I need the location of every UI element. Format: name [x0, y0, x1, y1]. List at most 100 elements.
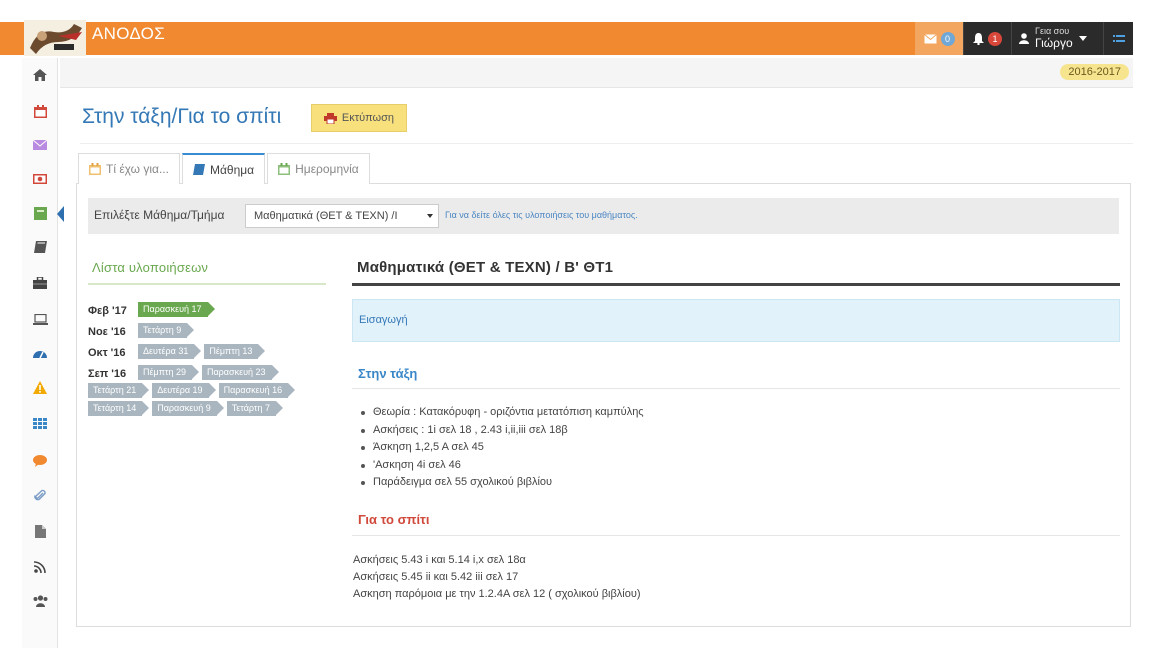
sidebar-item-messages[interactable]	[22, 130, 58, 160]
date-tag[interactable]: Παρασκευή 9	[152, 401, 224, 416]
sidebar-item-calendar[interactable]	[22, 96, 58, 126]
page-title: Στην τάξη/Για το σπίτι	[82, 105, 282, 128]
print-button-label: Εκτύπωση	[341, 112, 395, 124]
envelope-icon	[923, 33, 937, 43]
printer-icon	[323, 112, 337, 124]
title-divider	[80, 143, 1133, 144]
file-icon	[34, 524, 46, 538]
list-item: Ασκηση παρόμοια με την 1.2.4Α σελ 12 ( σ…	[353, 588, 641, 600]
messages-button[interactable]: 0	[915, 22, 963, 55]
book-icon	[192, 164, 205, 175]
user-menu-button[interactable]: Γεια σου Γιώργο	[1011, 22, 1103, 55]
sidebar-item-payments[interactable]	[22, 164, 58, 194]
date-tag[interactable]: Παρασκευή 16	[218, 383, 295, 398]
sidebar-item-alerts[interactable]	[22, 372, 58, 402]
book-icon	[33, 241, 47, 253]
bell-icon	[973, 32, 984, 45]
month-label: Φεβ '17	[88, 305, 127, 317]
paperclip-icon	[34, 489, 46, 500]
implementations-list-title: Λίστα υλοποιήσεων	[92, 260, 209, 275]
notifications-button[interactable]: 1	[963, 22, 1011, 55]
messages-count-badge: 0	[940, 31, 955, 46]
list-icon	[1112, 34, 1125, 42]
list-title-divider	[88, 283, 326, 285]
course-select-hint: Για να δείτε όλες τις υλοποιήσεις του μα…	[445, 210, 638, 220]
date-tag[interactable]: Παρασκευή 23	[201, 365, 279, 380]
tab-what-do-i-have-label: Τί έχω για...	[106, 162, 169, 176]
course-select-label: Επιλέξτε Μάθημα/Τμήμα	[94, 208, 225, 222]
sidebar-item-users[interactable]	[22, 586, 58, 616]
date-tag[interactable]: Δευτέρα 31	[138, 344, 202, 359]
tab-course[interactable]: Μάθημα	[181, 153, 266, 184]
sidebar-item-chat[interactable]	[22, 446, 58, 476]
tab-date-label: Ημερομηνία	[295, 162, 359, 176]
homework-divider	[352, 535, 1120, 536]
sidebar-item-apps[interactable]	[22, 408, 58, 438]
month-row: Φεβ '17 Παρασκευή 17	[88, 302, 328, 320]
sidebar-item-books[interactable]	[22, 232, 58, 262]
list-item: Ασκήσεις 5.45 ii και 5.42 iii σελ 17	[353, 571, 519, 583]
date-tag[interactable]: Τετάρτη 9	[138, 323, 195, 338]
list-item: Ασκήσεις 5.43 i και 5.14 i,x σελ 18α	[353, 554, 526, 566]
month-label: Νοε '16	[88, 326, 126, 338]
tab-what-do-i-have[interactable]: Τί έχω για...	[78, 153, 180, 184]
users-icon	[33, 595, 47, 607]
course-selector-row: Επιλέξτε Μάθημα/Τμήμα Μαθηματικά (ΘΕΤ & …	[88, 198, 1119, 234]
chat-icon	[33, 455, 47, 467]
tab-date[interactable]: Ημερομηνία	[267, 153, 370, 184]
course-select-value: Μαθηματικά (ΘΕΤ & ΤΕΧΝ) /Ι	[254, 210, 398, 222]
notebook-icon	[33, 206, 47, 220]
in-class-title: Στην τάξη	[358, 366, 418, 381]
app-title[interactable]: ΑΝΟΔΟΣ	[92, 24, 165, 44]
view-tabs: Τί έχω για... Μάθημα Ημερομηνία	[78, 153, 372, 184]
sidebar-item-homework[interactable]	[22, 198, 64, 228]
chevron-down-icon	[1078, 36, 1087, 41]
course-select[interactable]: Μαθηματικά (ΘΕΤ & ΤΕΧΝ) /Ι	[245, 204, 439, 228]
subject-divider	[352, 283, 1120, 286]
sidebar-item-dashboard[interactable]	[22, 338, 58, 368]
sidebar-item-home[interactable]	[22, 60, 58, 90]
in-class-divider	[352, 388, 1120, 389]
calendar-icon	[278, 163, 291, 175]
user-greeting: Γεια σου Γιώργο	[1035, 27, 1073, 49]
user-name: Γιώργο	[1035, 35, 1073, 50]
school-year-badge[interactable]: 2016-2017	[1060, 64, 1129, 80]
subject-title: Μαθηματικά (ΘΕΤ & ΤΕΧΝ) / Β' ΘΤ1	[357, 259, 614, 276]
implementations-list: Φεβ '17 Παρασκευή 17 Νοε '16 Τετάρτη 9 Ο…	[88, 302, 328, 422]
date-tag[interactable]: Τετάρτη 7	[226, 401, 284, 416]
grid-icon	[33, 417, 47, 429]
month-row: Σεπ '16 Πέμπτη 29 Παρασκευή 23 Τετάρτη 2…	[88, 365, 328, 419]
rss-icon	[34, 561, 46, 573]
month-row: Νοε '16 Τετάρτη 9	[88, 323, 328, 341]
intro-text: Εισαγωγή	[359, 314, 408, 326]
sidebar-item-briefcase[interactable]	[22, 268, 58, 298]
sidebar-item-elearning[interactable]	[22, 304, 58, 334]
sidebar-item-rss[interactable]	[22, 552, 58, 582]
homework-list: Ασκήσεις 5.43 i και 5.14 i,x σελ 18α Ασκ…	[353, 552, 641, 603]
date-tag[interactable]: Τετάρτη 21	[88, 383, 150, 398]
date-tag[interactable]: Τετάρτη 14	[88, 401, 150, 416]
breadcrumb-bar: 2016-2017	[60, 58, 1133, 88]
tab-course-label: Μάθημα	[209, 162, 255, 177]
list-item: Παράδειγμα σελ 55 σχολικού βιβλίου	[360, 474, 644, 492]
month-row: Οκτ '16 Δευτέρα 31 Πέμπτη 13	[88, 344, 328, 362]
month-label: Οκτ '16	[88, 347, 126, 359]
date-tag[interactable]: Παρασκευή 17	[138, 302, 215, 317]
warning-icon	[33, 380, 47, 394]
list-item: 'Ασκηση 4i σελ 46	[360, 457, 644, 475]
sidebar-item-attachments[interactable]	[22, 480, 58, 510]
month-label: Σεπ '16	[88, 368, 127, 380]
list-item: Ασκήσεις : 1i σελ 18 , 2.43 i,ii,iii σελ…	[360, 422, 644, 440]
envelope-icon	[33, 140, 47, 150]
user-icon	[1019, 33, 1029, 44]
date-tag[interactable]: Δευτέρα 19	[152, 383, 216, 398]
print-button[interactable]: Εκτύπωση	[311, 104, 407, 132]
laptop-icon	[32, 313, 48, 325]
menu-toggle-button[interactable]	[1103, 22, 1133, 55]
calendar-icon	[33, 104, 47, 118]
sidebar-item-documents[interactable]	[22, 516, 58, 546]
app-logo[interactable]	[24, 18, 86, 58]
date-tag[interactable]: Πέμπτη 13	[204, 344, 266, 359]
date-tag[interactable]: Πέμπτη 29	[138, 365, 199, 380]
top-right-toolbar: 0 1 Γεια σου Γιώργο	[915, 22, 1133, 55]
